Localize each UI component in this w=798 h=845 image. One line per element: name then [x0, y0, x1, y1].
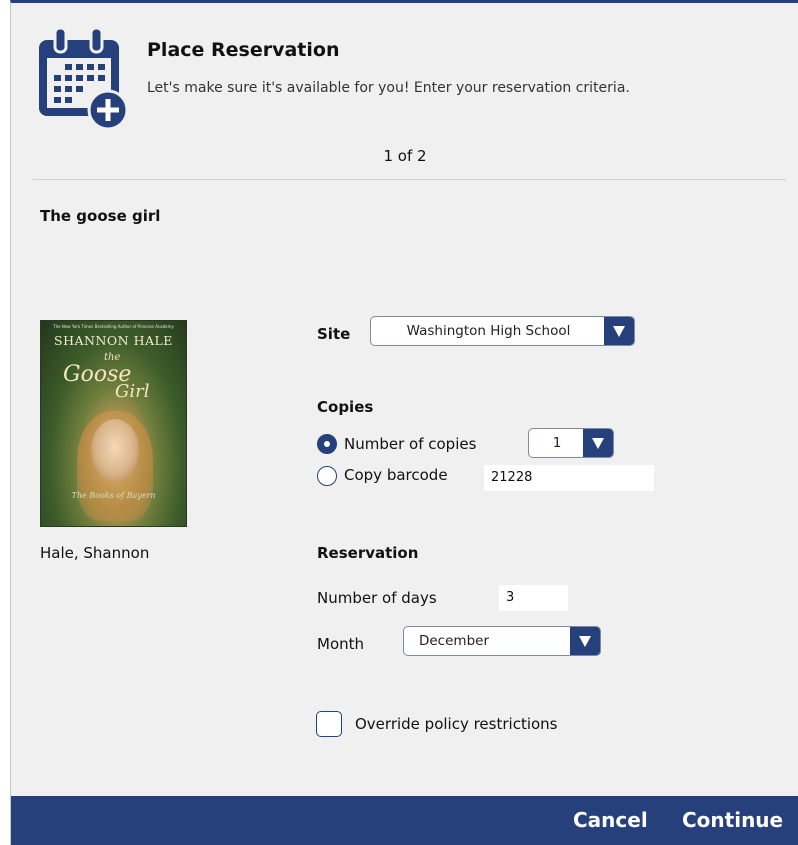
header-divider	[33, 179, 786, 180]
number-of-days-label: Number of days	[317, 589, 437, 607]
copies-heading: Copies	[317, 398, 374, 416]
chevron-down-icon	[613, 325, 625, 337]
copies-dropdown-button[interactable]	[583, 429, 613, 457]
dialog-title: Place Reservation	[147, 39, 340, 61]
number-of-days-input[interactable]: 3	[499, 585, 568, 611]
site-label: Site	[317, 325, 351, 343]
calendar-add-icon	[39, 28, 129, 128]
override-policy-checkbox[interactable]	[316, 711, 342, 737]
site-select[interactable]: Washington High School	[370, 316, 635, 346]
cover-title-word: Girl	[115, 381, 150, 402]
place-reservation-dialog: Place Reservation Let's make sure it's a…	[10, 0, 798, 845]
month-dropdown-button[interactable]	[570, 627, 600, 655]
dialog-footer: Cancel Continue	[11, 796, 798, 845]
month-label: Month	[317, 635, 365, 653]
cover-author: SHANNON HALE	[54, 333, 173, 348]
number-of-copies-label: Number of copies	[344, 435, 477, 453]
reservation-heading: Reservation	[317, 544, 419, 562]
continue-button[interactable]: Continue	[682, 808, 783, 832]
copy-barcode-input[interactable]: 21228	[484, 465, 654, 491]
number-of-copies-select[interactable]: 1	[528, 428, 614, 458]
book-title: The goose girl	[40, 207, 161, 225]
dialog-subtitle: Let's make sure it's available for you! …	[147, 80, 630, 96]
copy-barcode-radio[interactable]	[317, 466, 337, 486]
month-select-value: December	[418, 633, 489, 649]
number-of-copies-value: 1	[552, 435, 562, 451]
cancel-button[interactable]: Cancel	[573, 808, 648, 832]
chevron-down-icon	[592, 437, 604, 449]
number-of-copies-radio[interactable]	[317, 434, 337, 454]
copy-barcode-label: Copy barcode	[344, 466, 448, 484]
cover-tagline: The New York Times Bestselling Author of…	[53, 324, 174, 329]
site-select-value: Washington High School	[406, 323, 571, 339]
cover-face	[91, 419, 139, 481]
cover-series: The Books of Bayern	[71, 491, 156, 500]
book-cover-image: The New York Times Bestselling Author of…	[40, 320, 187, 527]
override-policy-label: Override policy restrictions	[355, 715, 558, 733]
month-select[interactable]: December	[403, 626, 601, 656]
book-author: Hale, Shannon	[40, 544, 150, 562]
site-dropdown-button[interactable]	[604, 317, 634, 345]
chevron-down-icon	[579, 635, 591, 647]
page-indicator: 1 of 2	[383, 147, 427, 165]
